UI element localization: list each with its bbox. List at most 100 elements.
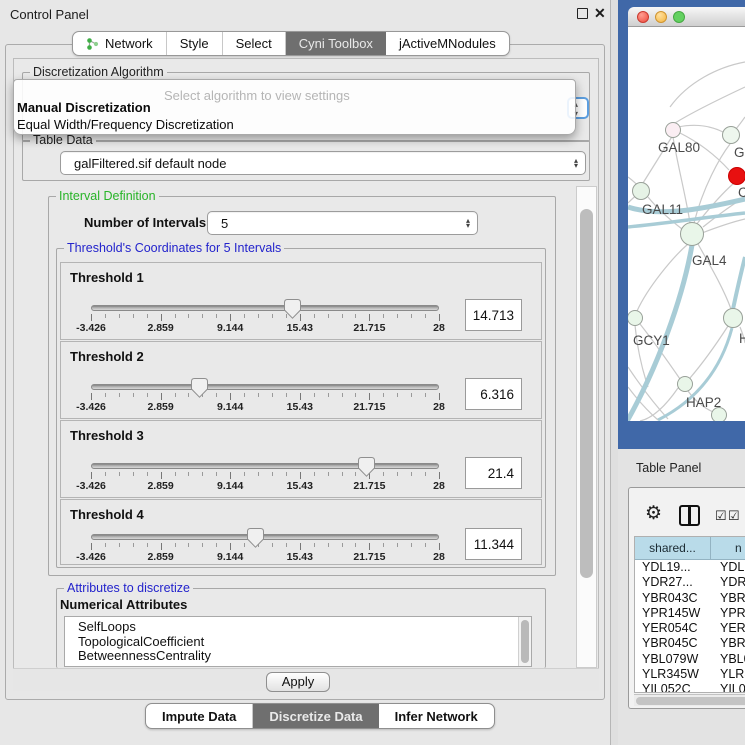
table-row[interactable]: YER054CYER0 — [635, 621, 745, 636]
threshold-1-slider[interactable]: -3.4262.8599.14415.4321.71528 — [91, 299, 439, 335]
table-data-combo[interactable]: galFiltered.sif default node ▴▾ — [60, 151, 586, 175]
table-horizontal-scrollbar[interactable] — [634, 694, 745, 706]
node-top-right — [723, 127, 740, 144]
threshold-3-value-input[interactable] — [465, 457, 522, 489]
threshold-4-value-input[interactable] — [465, 528, 522, 560]
slider-thumb[interactable] — [191, 378, 208, 398]
node-gal11 — [633, 183, 650, 200]
table-panel: ⚙ ☑ ☑ shared... n YDL19...YDL1 YDR27...Y… — [628, 487, 745, 709]
threshold-label: Threshold 4 — [70, 507, 144, 522]
table-row[interactable]: YDR27...YDR2 — [635, 575, 745, 590]
tab-style[interactable]: Style — [167, 32, 223, 55]
list-item[interactable]: SelfLoops — [65, 620, 531, 635]
list-item[interactable]: TopologicalCoefficient — [65, 635, 531, 650]
settings-scrollbar[interactable] — [576, 186, 597, 668]
dropdown-item-equal-width-frequency[interactable]: Equal Width/Frequency Discretization — [17, 117, 234, 132]
slider-track[interactable] — [91, 463, 439, 469]
table-row[interactable]: YPR145WYPR1 — [635, 606, 745, 621]
threshold-label: Threshold 2 — [70, 349, 144, 364]
combo-value: 5 — [221, 216, 228, 231]
node-label: C — [738, 185, 745, 200]
slider-track[interactable] — [91, 534, 439, 540]
checkbox-icon[interactable]: ☑ — [715, 508, 727, 524]
float-window-icon[interactable] — [577, 8, 588, 19]
column-header-name[interactable]: n — [711, 537, 745, 559]
table-row[interactable]: YLR345WYLR3 — [635, 667, 745, 682]
node-gcy1 — [628, 311, 643, 326]
numerical-attributes-label: Numerical Attributes — [60, 597, 187, 612]
tab-network[interactable]: Network — [73, 32, 167, 55]
dropdown-item-manual-discretization[interactable]: Manual Discretization — [17, 100, 151, 115]
control-panel-tabs: Network Style Select Cyni Toolbox jActiv… — [72, 31, 510, 56]
slider-tick-labels: -3.4262.8599.14415.4321.71528 — [91, 401, 439, 413]
minimize-traffic-button[interactable] — [655, 11, 667, 23]
num-intervals-combo[interactable]: 5 ▴▾ — [207, 211, 478, 235]
network-view-window: GAL80 G. C GAL11 GAL4 GCY1 H HAP2 — [618, 0, 745, 449]
threshold-4-slider[interactable]: -3.4262.8599.14415.4321.71528 — [91, 528, 439, 564]
table-row[interactable]: YIL052CYIL0 — [635, 682, 745, 693]
close-traffic-button[interactable] — [637, 11, 649, 23]
slider-thumb[interactable] — [358, 457, 375, 477]
node-label: H — [739, 331, 745, 346]
close-icon[interactable]: ✕ — [594, 5, 606, 22]
network-window-titlebar[interactable] — [628, 7, 745, 27]
slider-tick-labels: -3.4262.8599.14415.4321.71528 — [91, 480, 439, 492]
gear-icon[interactable]: ⚙ — [645, 502, 662, 525]
node-h — [724, 309, 743, 328]
algorithm-dropdown-popup: Select algorithm to view settings Manual… — [13, 79, 576, 135]
slider-thumb[interactable] — [284, 299, 301, 319]
tab-label: Network — [105, 36, 153, 51]
num-intervals-label: Number of Intervals — [84, 215, 206, 230]
network-icon — [86, 37, 99, 51]
group-title: Threshold's Coordinates for 5 Intervals — [64, 241, 284, 255]
threshold-3-slider[interactable]: -3.4262.8599.14415.4321.71528 — [91, 457, 439, 493]
threshold-2-value-input[interactable] — [465, 378, 522, 410]
tab-impute-data[interactable]: Impute Data — [146, 704, 253, 728]
control-panel-window: Control Panel ✕ Network Style Select Cyn… — [0, 0, 611, 745]
slider-ticks — [91, 472, 439, 480]
slider-tick-labels: -3.4262.8599.14415.4321.71528 — [91, 551, 439, 563]
table-row[interactable]: YBR043CYBR0 — [635, 591, 745, 606]
zoom-traffic-button[interactable] — [673, 11, 685, 23]
scrollbar-thumb[interactable] — [636, 697, 745, 705]
list-scrollbar[interactable] — [518, 617, 531, 666]
threshold-label: Threshold 1 — [70, 270, 144, 285]
table-panel-title: Table Panel — [636, 461, 701, 475]
list-item[interactable]: BetweennessCentrality — [65, 649, 531, 664]
slider-ticks — [91, 314, 439, 322]
group-title: Attributes to discretize — [64, 581, 193, 595]
node-label: HAP2 — [686, 395, 721, 410]
table-row[interactable]: YDL19...YDL1 — [635, 560, 745, 575]
table-panel-dock: Table Panel ⚙ ☑ ☑ shared... n YDL19...YD… — [618, 449, 745, 745]
slider-track[interactable] — [91, 305, 439, 311]
table-header-row: shared... n — [635, 537, 745, 560]
node-red — [729, 168, 745, 185]
apply-button[interactable]: Apply — [266, 672, 330, 692]
scrollbar-thumb[interactable] — [580, 209, 593, 578]
network-canvas[interactable]: GAL80 G. C GAL11 GAL4 GCY1 H HAP2 — [628, 27, 745, 421]
threshold-label: Threshold 3 — [70, 428, 144, 443]
tab-select[interactable]: Select — [223, 32, 286, 55]
group-title: Table Data — [30, 133, 96, 147]
column-header-shared-name[interactable]: shared... — [635, 537, 711, 559]
tab-infer-network[interactable]: Infer Network — [379, 704, 494, 728]
checkbox-icon[interactable]: ☑ — [728, 508, 740, 524]
tab-cyni-toolbox[interactable]: Cyni Toolbox — [286, 32, 386, 55]
table-row[interactable]: YBL079WYBL0 — [635, 652, 745, 667]
table-body: YDL19...YDL1 YDR27...YDR2 YBR043CYBR0 YP… — [635, 560, 745, 693]
tab-jactivemnodules[interactable]: jActiveMNodules — [386, 32, 509, 55]
node-gal80 — [666, 123, 681, 138]
table-row[interactable]: YBR045CYBR0 — [635, 636, 745, 651]
group-title: Interval Definition — [56, 189, 159, 203]
threshold-1-panel: Threshold 1 -3.4262.8599.14415.4321.7152… — [60, 262, 542, 340]
slider-track[interactable] — [91, 384, 439, 390]
spinner-arrows-icon: ▴▾ — [466, 218, 470, 228]
columns-icon[interactable] — [679, 505, 700, 526]
threshold-1-value-input[interactable] — [465, 299, 522, 331]
node-label: GAL80 — [658, 140, 700, 155]
scrollbar-thumb[interactable] — [521, 620, 529, 663]
screen: Control Panel ✕ Network Style Select Cyn… — [0, 0, 745, 745]
tab-discretize-data[interactable]: Discretize Data — [253, 704, 378, 728]
slider-thumb[interactable] — [247, 528, 264, 548]
threshold-2-slider[interactable]: -3.4262.8599.14415.4321.71528 — [91, 378, 439, 414]
